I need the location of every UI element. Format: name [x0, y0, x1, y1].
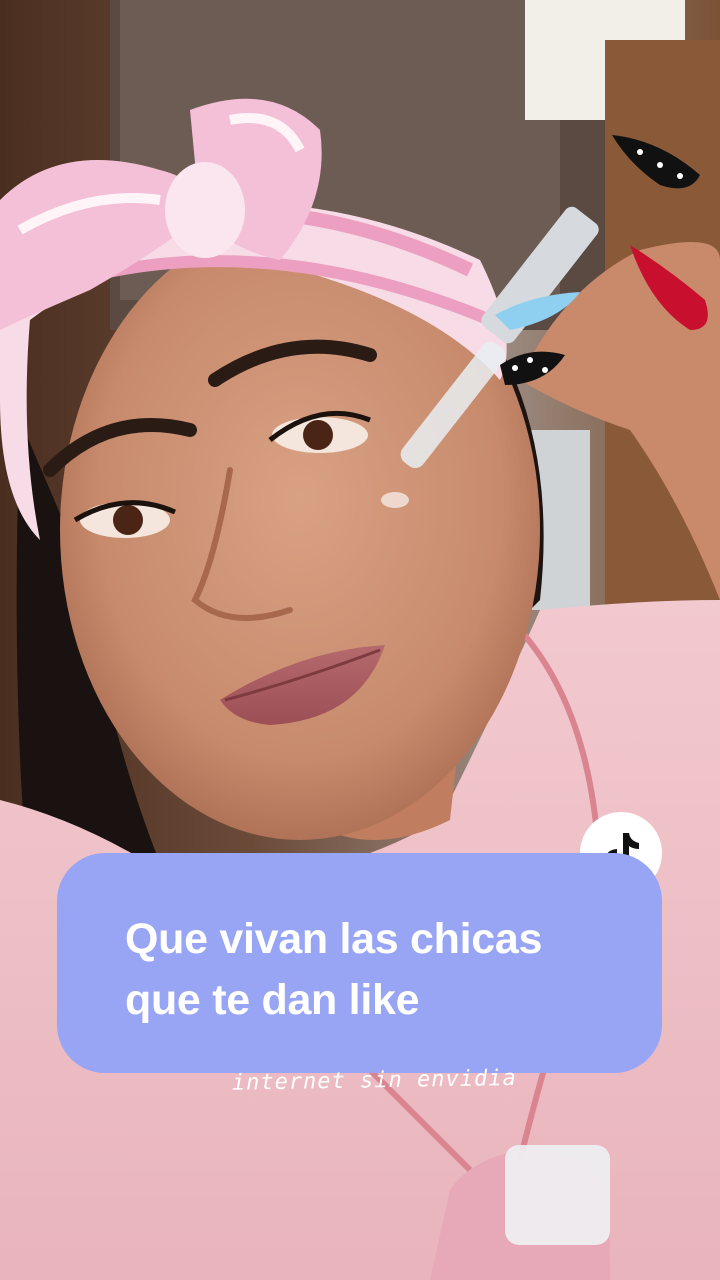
handwritten-overlay-text: internet sin envidia [231, 1065, 517, 1096]
caption-line-1: Que vivan las chicas [125, 915, 543, 963]
caption-card: Que vivan las chicas que te dan like [57, 853, 662, 1073]
caption-text: Que vivan las chicas que te dan like [125, 909, 622, 1031]
caption-line-2: que te dan like [125, 976, 420, 1024]
